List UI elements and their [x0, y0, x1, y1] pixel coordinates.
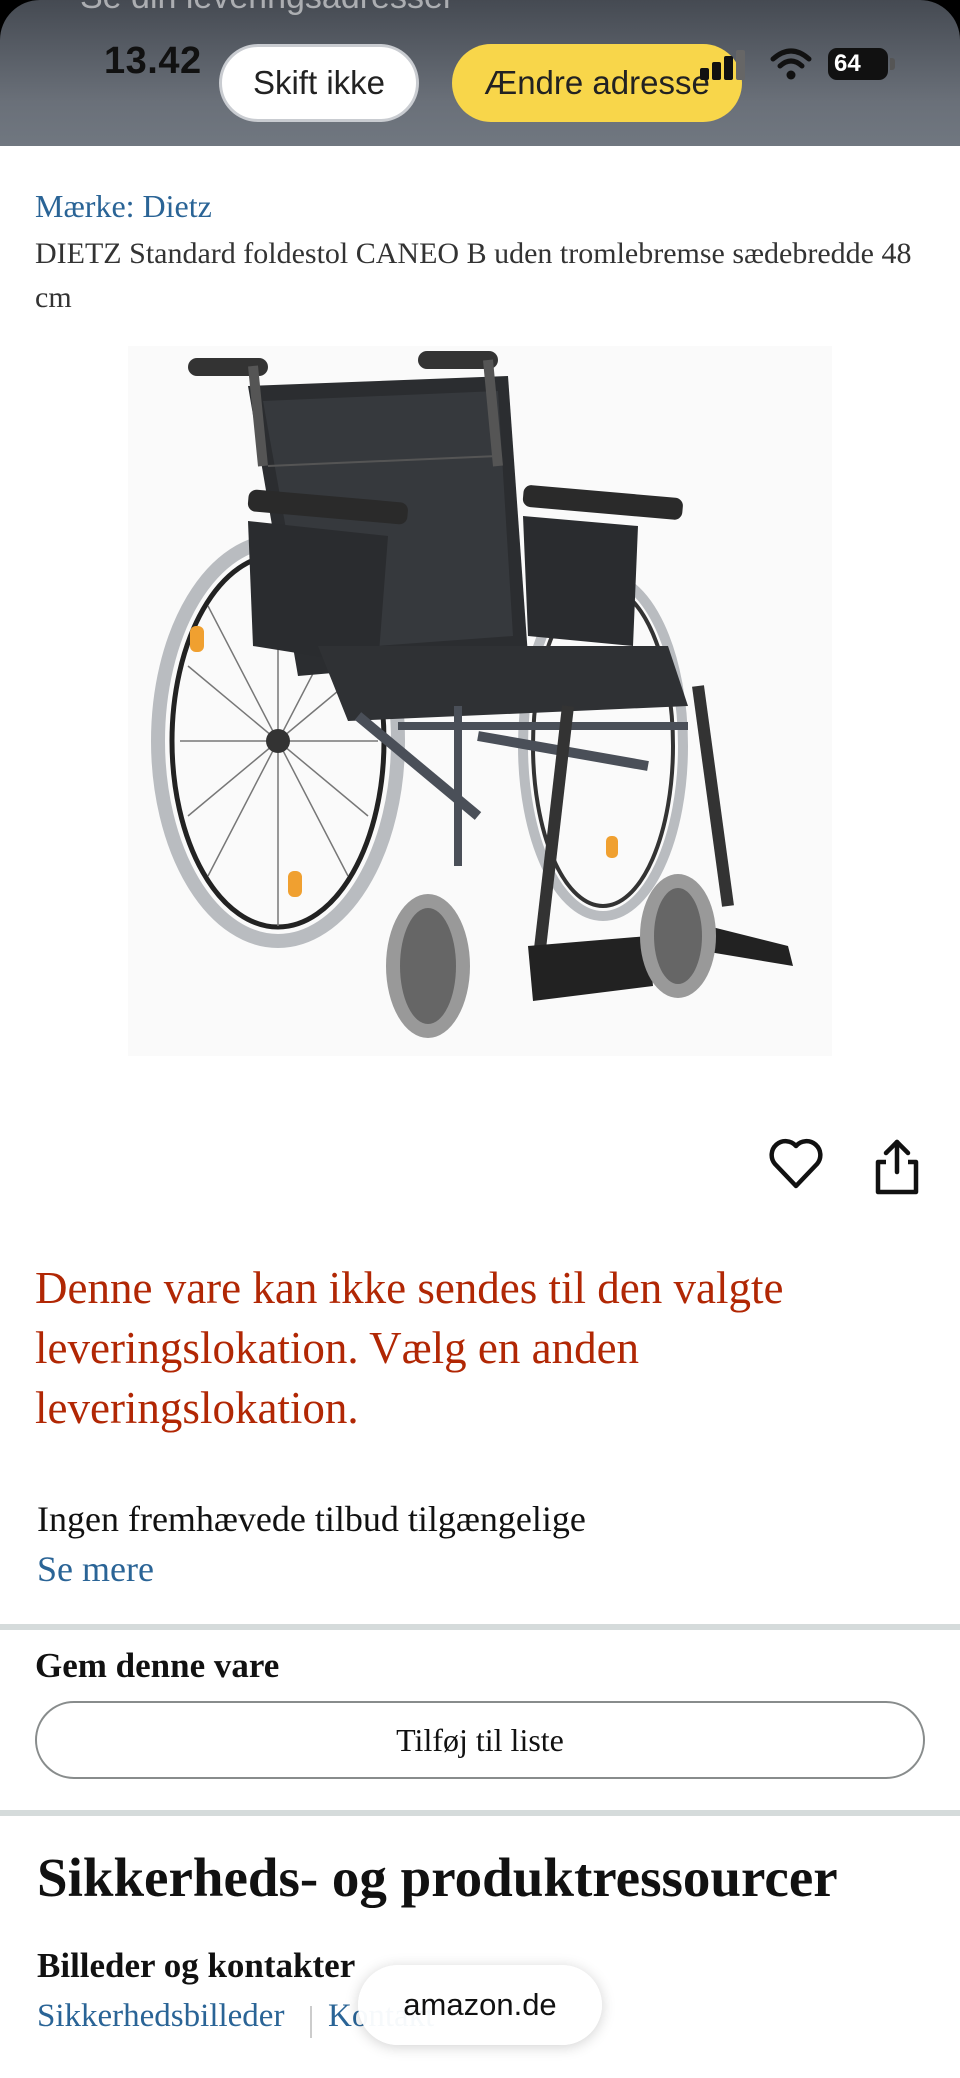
share-icon[interactable] [872, 1136, 922, 1196]
sheet-ghost-text: Se din leveringsadresser [80, 0, 600, 18]
browser-address-pill[interactable]: amazon.de [358, 1965, 602, 2045]
link-separator [310, 2006, 312, 2038]
skift-ikke-button[interactable]: Skift ikke [219, 44, 419, 122]
product-image-wheelchair[interactable] [128, 346, 832, 1056]
no-offers-text: Ingen fremhævede tilbud tilgængelige [37, 1499, 586, 1539]
save-item-heading: Gem denne vare [35, 1646, 280, 1685]
status-icons: 64 [700, 46, 900, 86]
battery-icon: 64 [828, 48, 888, 80]
address-sheet-header: Se din leveringsadresser 13.42 Skift ikk… [0, 0, 960, 146]
add-to-list-button[interactable]: Tilføj til liste [35, 1701, 925, 1779]
wifi-icon [770, 48, 812, 80]
heart-icon[interactable] [768, 1136, 824, 1192]
see-more-link[interactable]: Se mere [37, 1548, 337, 1592]
section-divider [0, 1624, 960, 1630]
product-title: DIETZ Standard foldestol CANEO B uden tr… [35, 237, 912, 314]
aendre-adresse-button[interactable]: Ændre adresse [452, 44, 742, 122]
brand-link[interactable]: Mærke: Dietz [35, 188, 535, 228]
cellular-signal-icon [700, 50, 750, 80]
section-divider [0, 1810, 960, 1816]
safety-images-link[interactable]: Sikkerhedsbilleder [37, 1998, 307, 2042]
battery-cap [890, 58, 895, 70]
delivery-warning: Denne vare kan ikke sendes til den valgt… [35, 1263, 784, 1433]
safety-resources-heading: Sikkerheds- og produktressourcer [37, 1847, 838, 1908]
product-page: Mærke: Dietz DIETZ Standard foldestol CA… [0, 146, 960, 2078]
status-time: 13.42 [104, 40, 202, 82]
